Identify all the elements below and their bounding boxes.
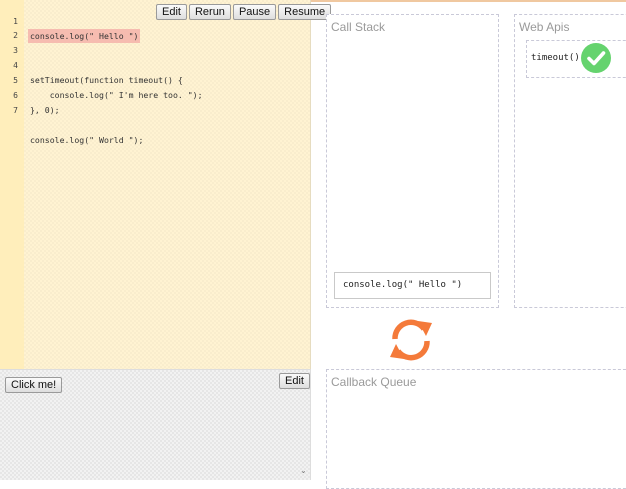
output-pane: Click me! Edit ⌄ — [0, 369, 311, 480]
code-line[interactable]: 5 console.log(" I'm here too. "); — [0, 60, 300, 100]
editor-toolbar: Edit Rerun Pause Resume — [156, 4, 332, 20]
call-stack-panel: Call Stack — [326, 14, 499, 308]
code-line[interactable]: console.log(" World "); — [0, 105, 300, 145]
code-line[interactable]: 6 }, 0); — [0, 75, 300, 115]
code-line[interactable]: 3 — [0, 30, 300, 55]
pause-button[interactable]: Pause — [232, 4, 277, 20]
output-edit-button[interactable]: Edit — [279, 373, 310, 389]
callback-queue-title: Callback Queue — [331, 375, 417, 389]
call-stack-title: Call Stack — [331, 20, 386, 34]
refresh-arrows-icon — [390, 319, 432, 361]
rerun-button[interactable]: Rerun — [188, 4, 231, 20]
check-circle-icon — [581, 43, 611, 73]
call-stack-frame: console.log(" Hello ") — [334, 272, 491, 299]
resume-button[interactable]: Resume — [278, 4, 332, 20]
click-me-button[interactable]: Click me! — [5, 377, 63, 393]
code-text: console.log(" World "); — [30, 135, 144, 145]
code-line[interactable]: 4 setTimeout(function timeout() { — [0, 45, 300, 85]
edit-button[interactable]: Edit — [156, 4, 187, 20]
web-apis-title: Web Apis — [519, 20, 570, 34]
code-line[interactable]: 7 — [0, 90, 300, 115]
chevron-down-icon[interactable]: ⌄ — [300, 466, 307, 475]
callback-queue-panel: Callback Queue — [326, 369, 626, 489]
code-editor[interactable]: 1 console.log(" Hello ") 2 3 4 setTimeou… — [0, 0, 332, 369]
